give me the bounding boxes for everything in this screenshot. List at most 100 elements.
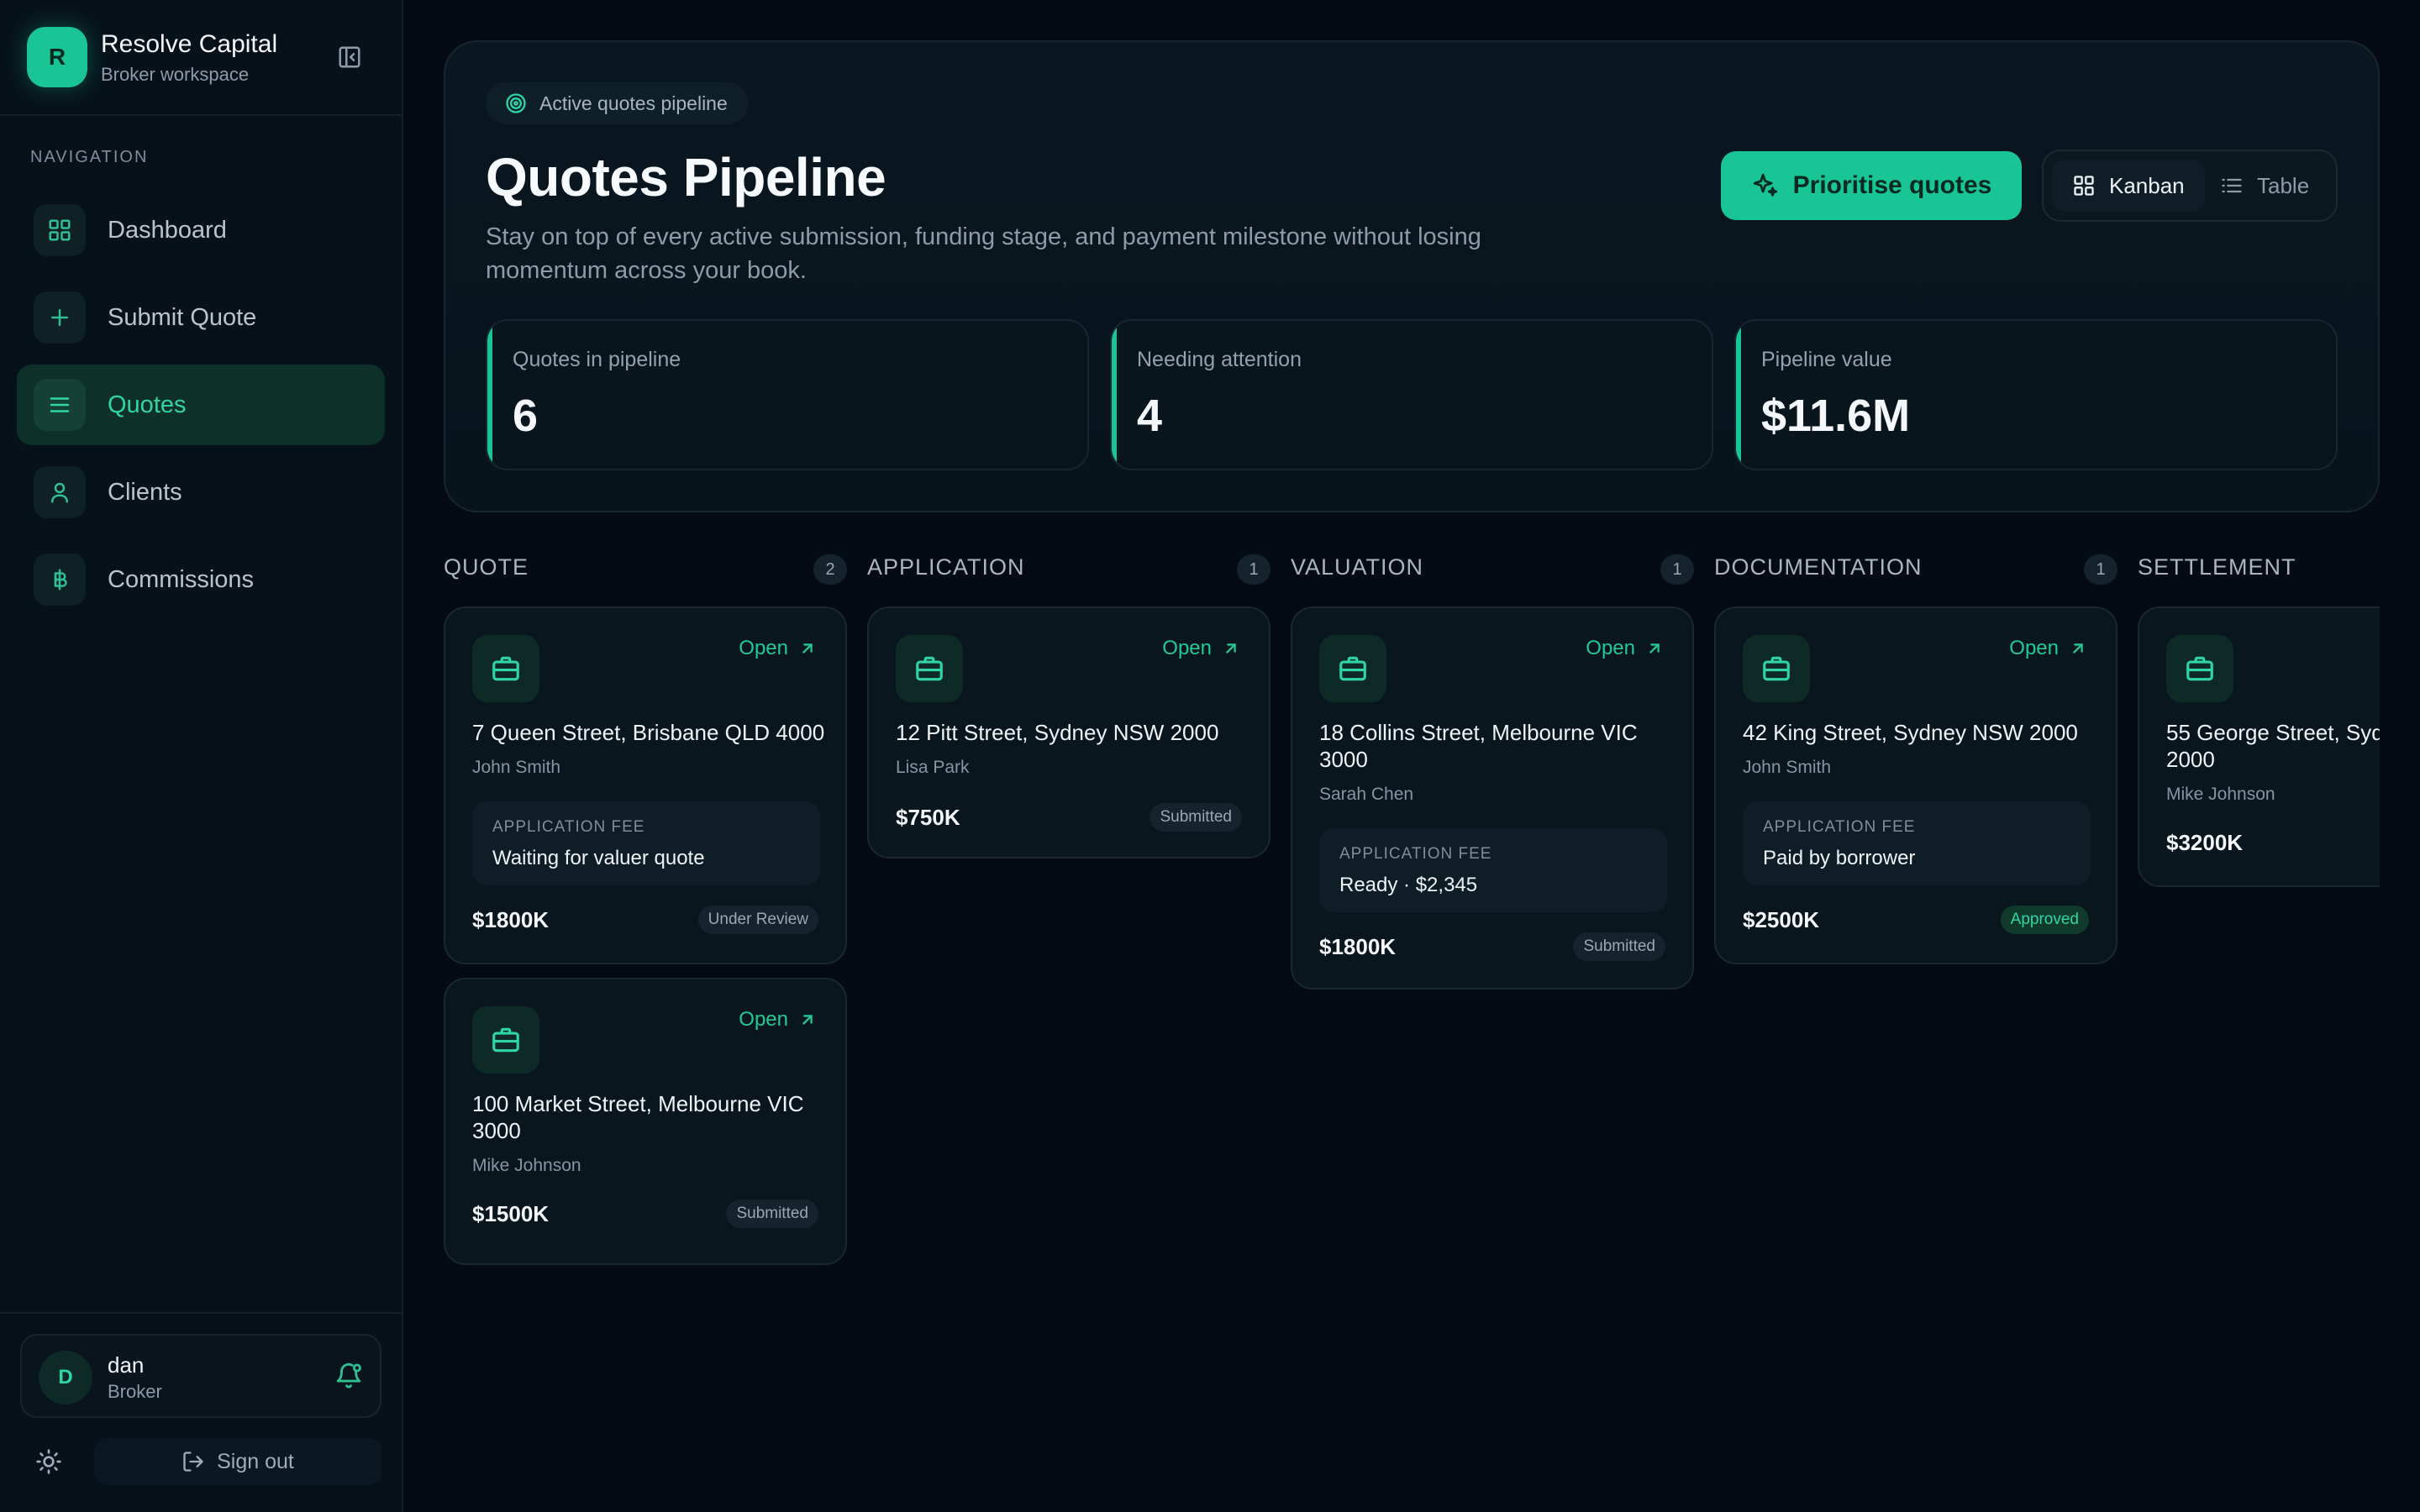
open-quote-link[interactable]: Open <box>739 1008 817 1032</box>
sidebar-divider <box>0 1312 402 1314</box>
property-address: 100 Market Street, Melbourne VIC 3000 <box>472 1091 804 1143</box>
sidebar-item-commissions[interactable]: Commissions <box>17 539 385 620</box>
theme-toggle-button[interactable] <box>34 1446 64 1477</box>
sidebar-item-submit-quote[interactable]: Submit Quote <box>17 277 385 358</box>
client-name: John Smith <box>472 758 561 777</box>
fee-value: Waiting for valuer quote <box>492 847 705 869</box>
view-table-label: Table <box>2257 172 2310 198</box>
prioritise-quotes-button[interactable]: Prioritise quotes <box>1721 151 2022 220</box>
page-title: Quotes Pipeline <box>486 147 886 207</box>
arrow-up-right-icon <box>802 1015 813 1025</box>
pipeline-header-panel: Active quotes pipeline Quotes Pipeline S… <box>444 40 2380 512</box>
card-icon-wrap <box>896 635 963 702</box>
quote-card[interactable]: Open 42 King Street, Sydney NSW 2000 Joh… <box>1714 606 2118 964</box>
open-label: Open <box>2009 637 2059 659</box>
brand-header: R Resolve Capital Broker workspace <box>0 0 402 116</box>
sidebar-collapse-button[interactable] <box>334 42 365 72</box>
sidebar-item-label: Quotes <box>108 391 187 418</box>
client-name: Mike Johnson <box>472 1156 581 1175</box>
column-header: SETTLEMENT <box>2138 546 2380 591</box>
stat-card-needing-attention: Needing attention 4 <box>1110 319 1713 470</box>
fee-label: APPLICATION FEE <box>492 818 645 836</box>
briefcase-icon <box>1339 656 1366 681</box>
column-header: DOCUMENTATION 1 <box>1714 546 2118 591</box>
loan-amount: $3200K <box>2166 830 2244 855</box>
notifications-button[interactable] <box>334 1361 366 1393</box>
sign-out-icon <box>183 1452 203 1472</box>
property-address: 12 Pitt Street, Sydney NSW 2000 <box>896 720 1219 745</box>
quote-card[interactable]: Open 18 Collins Street, Melbourne VIC 30… <box>1291 606 1694 990</box>
fee-label: APPLICATION FEE <box>1763 818 1916 836</box>
sign-out-button[interactable]: Sign out <box>94 1438 381 1485</box>
user-profile-card[interactable]: D dan Broker <box>20 1334 381 1418</box>
nav-icon-wrap <box>34 466 86 518</box>
client-name: John Smith <box>1743 758 1832 777</box>
property-address: 7 Queen Street, Brisbane QLD 4000 <box>472 720 825 745</box>
briefcase-icon <box>1763 656 1790 681</box>
view-kanban-button[interactable]: Kanban <box>2052 160 2205 212</box>
card-icon-wrap <box>472 635 539 702</box>
quote-card[interactable]: Open 100 Market Street, Melbourne VIC 30… <box>444 978 847 1265</box>
application-fee-box: APPLICATION FEE Waiting for valuer quote <box>472 801 820 885</box>
nav-icon-wrap <box>34 379 86 431</box>
kanban-board: QUOTE 2 Open 7 Queen Street, Brisbane QL… <box>444 546 2380 1512</box>
sidebar: R Resolve Capital Broker workspace NAVIG… <box>0 0 403 1512</box>
baht-icon <box>54 569 67 591</box>
sidebar-item-quotes[interactable]: Quotes <box>17 365 385 445</box>
grid-icon <box>49 219 71 241</box>
pill-label: Active quotes pipeline <box>539 92 728 114</box>
view-toggle: Kanban Table <box>2042 150 2338 222</box>
stat-card-quotes-in-pipeline: Quotes in pipeline 6 <box>486 319 1089 470</box>
nav-heading: NAVIGATION <box>30 148 149 166</box>
status-badge: Submitted <box>726 1200 818 1228</box>
open-label: Open <box>1162 637 1212 659</box>
sidebar-item-label: Dashboard <box>108 216 227 244</box>
stat-label: Needing attention <box>1137 348 1302 371</box>
quote-card[interactable]: Open 7 Queen Street, Brisbane QLD 4000 J… <box>444 606 847 964</box>
column-header: APPLICATION 1 <box>867 546 1270 591</box>
stat-label: Pipeline value <box>1761 348 1892 371</box>
column-header: VALUATION 1 <box>1291 546 1694 591</box>
stat-card-pipeline-value: Pipeline value $11.6M <box>1734 319 2338 470</box>
target-icon <box>506 93 526 113</box>
sidebar-item-clients[interactable]: Clients <box>17 452 385 533</box>
open-label: Open <box>1586 637 1635 659</box>
status-badge: Submitted <box>1150 803 1242 832</box>
open-quote-link[interactable]: Open <box>1586 637 1664 660</box>
column-title: VALUATION <box>1291 554 1424 580</box>
user-name: dan <box>108 1352 145 1378</box>
nav-icon-wrap <box>34 204 86 256</box>
status-badge: Submitted <box>1573 932 1665 961</box>
arrow-up-right-icon <box>1649 643 1660 654</box>
list-icon <box>50 397 70 412</box>
stat-value: $11.6M <box>1761 391 1911 441</box>
open-quote-link[interactable]: Open <box>739 637 817 660</box>
sign-out-label: Sign out <box>217 1449 294 1473</box>
view-table-button[interactable]: Table <box>2200 160 2329 212</box>
sidebar-item-label: Clients <box>108 478 182 506</box>
loan-amount: $2500K <box>1743 907 1820 932</box>
property-address: 42 King Street, Sydney NSW 2000 <box>1743 720 2078 745</box>
brand-subtitle: Broker workspace <box>101 64 250 85</box>
open-quote-link[interactable]: Open <box>2009 637 2087 660</box>
card-icon-wrap <box>472 1006 539 1074</box>
application-fee-box: APPLICATION FEE Ready · $2,345 <box>1319 828 1667 912</box>
nav-icon-wrap <box>34 554 86 606</box>
column-title: QUOTE <box>444 554 529 580</box>
loan-amount: $1800K <box>1319 934 1397 959</box>
open-quote-link[interactable]: Open <box>1162 637 1240 660</box>
quote-card[interactable]: Open 12 Pitt Street, Sydney NSW 2000 Lis… <box>867 606 1270 858</box>
client-name: Sarah Chen <box>1319 785 1414 804</box>
client-name: Mike Johnson <box>2166 785 2275 804</box>
quote-card[interactable]: 55 George Street, Sydney NSW 2000 Mike J… <box>2138 606 2380 887</box>
brand-logo: R <box>27 27 87 87</box>
loan-amount: $750K <box>896 805 960 830</box>
open-label: Open <box>739 1008 788 1031</box>
prioritise-label: Prioritise quotes <box>1792 171 1992 199</box>
loan-amount: $1800K <box>472 907 550 932</box>
column-count-badge: 1 <box>1660 554 1694 585</box>
sidebar-item-label: Submit Quote <box>108 303 257 331</box>
nav-icon-wrap <box>34 291 86 344</box>
card-icon-wrap <box>1743 635 1810 702</box>
sidebar-item-dashboard[interactable]: Dashboard <box>17 190 385 270</box>
